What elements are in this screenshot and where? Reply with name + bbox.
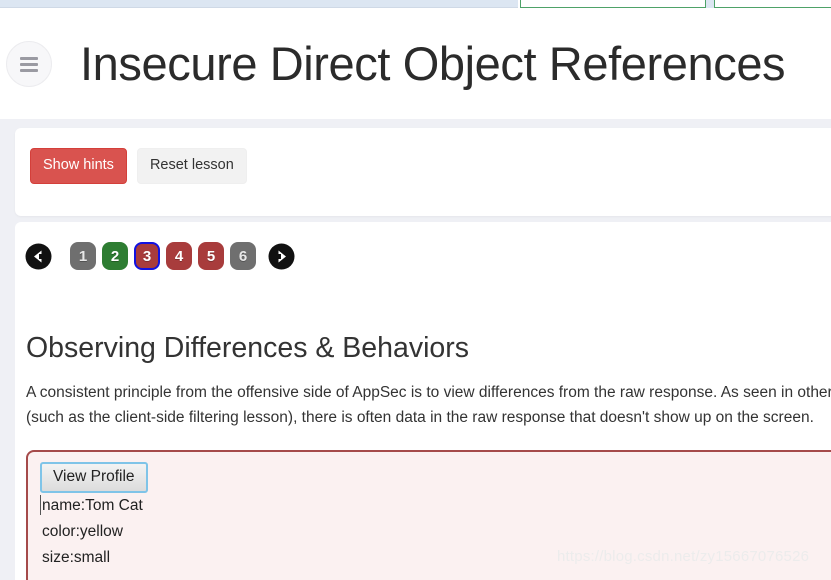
page-root: Insecure Direct Object References Show h… [0, 0, 831, 580]
pagination-items: 1 2 3 4 5 6 [70, 242, 256, 270]
pagination-item-6[interactable]: 6 [230, 242, 256, 270]
lesson-content-panel: 1 2 3 4 5 6 Observing Differences & Beha… [15, 222, 831, 580]
top-strip-green-box-1 [520, 0, 706, 8]
top-cutoff-strip [0, 0, 831, 9]
page-header: Insecure Direct Object References [0, 9, 831, 119]
page-title: Insecure Direct Object References [80, 37, 786, 91]
pagination-item-4[interactable]: 4 [166, 242, 192, 270]
lesson-paragraph: A consistent principle from the offensiv… [26, 384, 831, 426]
profile-field-color: color:yellow [42, 523, 123, 540]
arrow-right-circle-icon[interactable] [268, 243, 295, 270]
pagination-item-2[interactable]: 2 [102, 242, 128, 270]
top-strip-green-box-2 [714, 0, 831, 8]
lesson-toolbar-card: Show hints Reset lesson [15, 128, 831, 216]
hamburger-bar-1 [20, 56, 38, 60]
top-strip-gap [706, 0, 714, 8]
hamburger-menu-icon[interactable] [6, 41, 52, 87]
hamburger-bar-3 [20, 68, 38, 72]
lesson-pagination: 1 2 3 4 5 6 [25, 242, 295, 270]
watermark-text: https://blog.csdn.net/zy15667076526 [557, 548, 810, 565]
pagination-item-3[interactable]: 3 [134, 242, 160, 270]
view-profile-button[interactable]: View Profile [40, 462, 148, 493]
pagination-item-1[interactable]: 1 [70, 242, 96, 270]
arrow-left-circle-icon[interactable] [25, 243, 52, 270]
top-strip-blue-segment [0, 0, 518, 8]
lesson-section-title: Observing Differences & Behaviors [26, 332, 470, 364]
profile-field-name: name:Tom Cat [40, 493, 831, 519]
reset-lesson-button[interactable]: Reset lesson [136, 148, 247, 184]
hamburger-bar-2 [20, 62, 38, 66]
show-hints-button[interactable]: Show hints [30, 148, 127, 184]
pagination-item-5[interactable]: 5 [198, 242, 224, 270]
lesson-action-buttons: Show hints Reset lesson [30, 148, 247, 184]
